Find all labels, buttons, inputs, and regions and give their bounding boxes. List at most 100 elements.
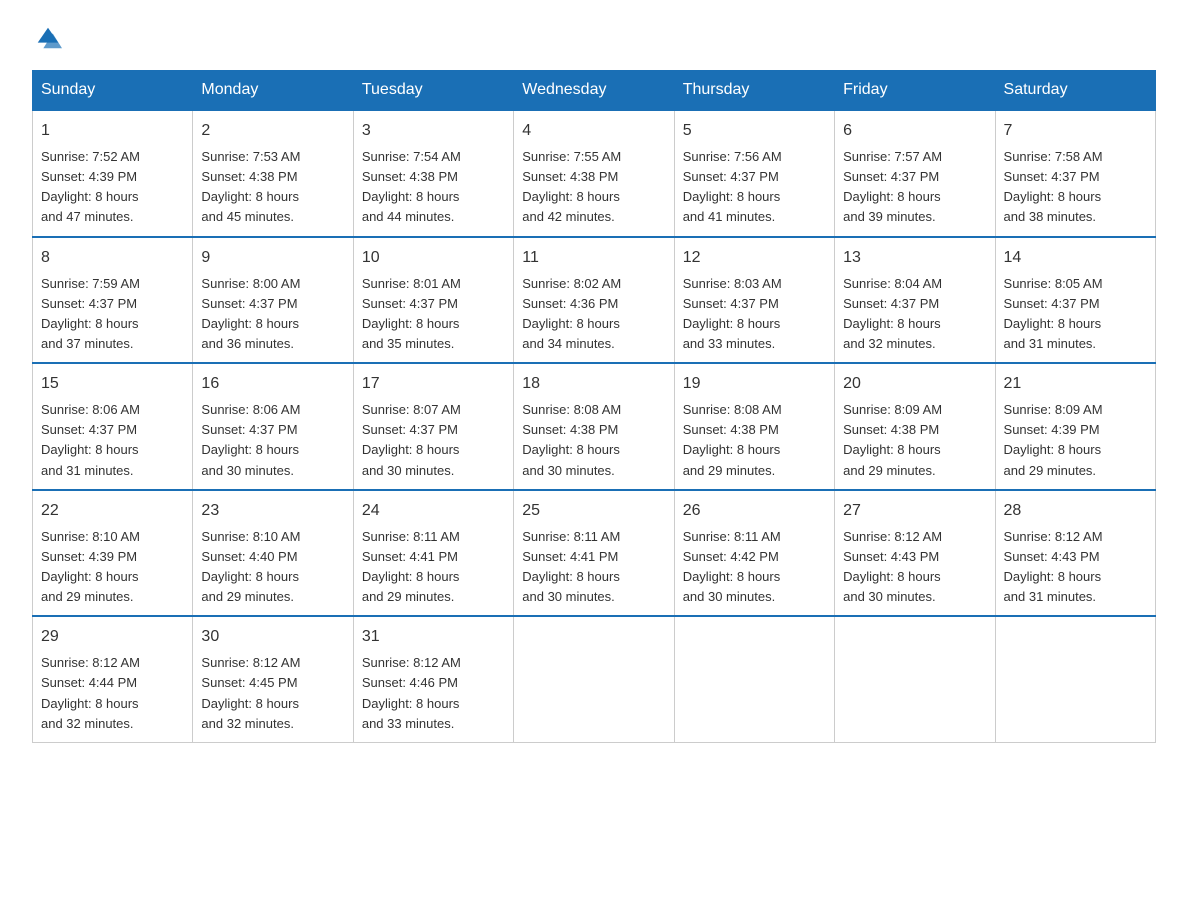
calendar-cell: 29 Sunrise: 8:12 AMSunset: 4:44 PMDaylig… bbox=[33, 616, 193, 742]
day-number: 25 bbox=[522, 499, 665, 523]
day-info: Sunrise: 8:05 AMSunset: 4:37 PMDaylight:… bbox=[1004, 276, 1103, 351]
column-header-friday: Friday bbox=[835, 71, 995, 111]
calendar-cell: 12 Sunrise: 8:03 AMSunset: 4:37 PMDaylig… bbox=[674, 237, 834, 364]
day-number: 15 bbox=[41, 372, 184, 396]
day-number: 23 bbox=[201, 499, 344, 523]
day-info: Sunrise: 8:01 AMSunset: 4:37 PMDaylight:… bbox=[362, 276, 461, 351]
day-number: 24 bbox=[362, 499, 505, 523]
day-number: 20 bbox=[843, 372, 986, 396]
day-number: 16 bbox=[201, 372, 344, 396]
day-info: Sunrise: 8:12 AMSunset: 4:44 PMDaylight:… bbox=[41, 655, 140, 730]
day-number: 11 bbox=[522, 246, 665, 270]
day-number: 8 bbox=[41, 246, 184, 270]
calendar-cell: 9 Sunrise: 8:00 AMSunset: 4:37 PMDayligh… bbox=[193, 237, 353, 364]
day-number: 30 bbox=[201, 625, 344, 649]
day-number: 19 bbox=[683, 372, 826, 396]
day-number: 7 bbox=[1004, 119, 1147, 143]
calendar-cell: 4 Sunrise: 7:55 AMSunset: 4:38 PMDayligh… bbox=[514, 110, 674, 237]
day-info: Sunrise: 8:00 AMSunset: 4:37 PMDaylight:… bbox=[201, 276, 300, 351]
calendar-cell: 11 Sunrise: 8:02 AMSunset: 4:36 PMDaylig… bbox=[514, 237, 674, 364]
day-info: Sunrise: 8:10 AMSunset: 4:39 PMDaylight:… bbox=[41, 529, 140, 604]
calendar-week-row: 1 Sunrise: 7:52 AMSunset: 4:39 PMDayligh… bbox=[33, 110, 1156, 237]
column-header-saturday: Saturday bbox=[995, 71, 1155, 111]
column-header-monday: Monday bbox=[193, 71, 353, 111]
calendar-cell bbox=[995, 616, 1155, 742]
calendar-cell: 23 Sunrise: 8:10 AMSunset: 4:40 PMDaylig… bbox=[193, 490, 353, 617]
calendar-cell: 8 Sunrise: 7:59 AMSunset: 4:37 PMDayligh… bbox=[33, 237, 193, 364]
day-info: Sunrise: 7:57 AMSunset: 4:37 PMDaylight:… bbox=[843, 149, 942, 224]
calendar-cell: 19 Sunrise: 8:08 AMSunset: 4:38 PMDaylig… bbox=[674, 363, 834, 490]
day-number: 29 bbox=[41, 625, 184, 649]
day-info: Sunrise: 7:56 AMSunset: 4:37 PMDaylight:… bbox=[683, 149, 782, 224]
calendar-cell: 17 Sunrise: 8:07 AMSunset: 4:37 PMDaylig… bbox=[353, 363, 513, 490]
calendar-cell: 20 Sunrise: 8:09 AMSunset: 4:38 PMDaylig… bbox=[835, 363, 995, 490]
day-info: Sunrise: 7:52 AMSunset: 4:39 PMDaylight:… bbox=[41, 149, 140, 224]
calendar-cell: 28 Sunrise: 8:12 AMSunset: 4:43 PMDaylig… bbox=[995, 490, 1155, 617]
day-info: Sunrise: 8:06 AMSunset: 4:37 PMDaylight:… bbox=[201, 402, 300, 477]
day-info: Sunrise: 8:08 AMSunset: 4:38 PMDaylight:… bbox=[522, 402, 621, 477]
calendar-week-row: 22 Sunrise: 8:10 AMSunset: 4:39 PMDaylig… bbox=[33, 490, 1156, 617]
day-info: Sunrise: 8:11 AMSunset: 4:42 PMDaylight:… bbox=[683, 529, 781, 604]
calendar-cell: 7 Sunrise: 7:58 AMSunset: 4:37 PMDayligh… bbox=[995, 110, 1155, 237]
day-number: 22 bbox=[41, 499, 184, 523]
day-number: 13 bbox=[843, 246, 986, 270]
day-info: Sunrise: 8:06 AMSunset: 4:37 PMDaylight:… bbox=[41, 402, 140, 477]
calendar-cell: 13 Sunrise: 8:04 AMSunset: 4:37 PMDaylig… bbox=[835, 237, 995, 364]
day-number: 10 bbox=[362, 246, 505, 270]
day-number: 26 bbox=[683, 499, 826, 523]
calendar-cell: 24 Sunrise: 8:11 AMSunset: 4:41 PMDaylig… bbox=[353, 490, 513, 617]
calendar-cell: 25 Sunrise: 8:11 AMSunset: 4:41 PMDaylig… bbox=[514, 490, 674, 617]
day-info: Sunrise: 8:12 AMSunset: 4:46 PMDaylight:… bbox=[362, 655, 461, 730]
column-header-sunday: Sunday bbox=[33, 71, 193, 111]
day-number: 14 bbox=[1004, 246, 1147, 270]
day-info: Sunrise: 8:12 AMSunset: 4:45 PMDaylight:… bbox=[201, 655, 300, 730]
calendar-week-row: 29 Sunrise: 8:12 AMSunset: 4:44 PMDaylig… bbox=[33, 616, 1156, 742]
logo bbox=[32, 24, 62, 52]
day-number: 3 bbox=[362, 119, 505, 143]
calendar-cell bbox=[514, 616, 674, 742]
day-info: Sunrise: 8:03 AMSunset: 4:37 PMDaylight:… bbox=[683, 276, 782, 351]
day-info: Sunrise: 8:10 AMSunset: 4:40 PMDaylight:… bbox=[201, 529, 300, 604]
day-info: Sunrise: 7:54 AMSunset: 4:38 PMDaylight:… bbox=[362, 149, 461, 224]
calendar-cell: 21 Sunrise: 8:09 AMSunset: 4:39 PMDaylig… bbox=[995, 363, 1155, 490]
day-info: Sunrise: 8:11 AMSunset: 4:41 PMDaylight:… bbox=[362, 529, 460, 604]
day-number: 17 bbox=[362, 372, 505, 396]
calendar-cell: 15 Sunrise: 8:06 AMSunset: 4:37 PMDaylig… bbox=[33, 363, 193, 490]
day-number: 12 bbox=[683, 246, 826, 270]
day-number: 4 bbox=[522, 119, 665, 143]
calendar-cell: 22 Sunrise: 8:10 AMSunset: 4:39 PMDaylig… bbox=[33, 490, 193, 617]
column-header-thursday: Thursday bbox=[674, 71, 834, 111]
day-info: Sunrise: 8:08 AMSunset: 4:38 PMDaylight:… bbox=[683, 402, 782, 477]
calendar-table: SundayMondayTuesdayWednesdayThursdayFrid… bbox=[32, 70, 1156, 743]
day-info: Sunrise: 8:04 AMSunset: 4:37 PMDaylight:… bbox=[843, 276, 942, 351]
calendar-cell: 26 Sunrise: 8:11 AMSunset: 4:42 PMDaylig… bbox=[674, 490, 834, 617]
day-info: Sunrise: 8:12 AMSunset: 4:43 PMDaylight:… bbox=[843, 529, 942, 604]
day-number: 28 bbox=[1004, 499, 1147, 523]
calendar-cell: 16 Sunrise: 8:06 AMSunset: 4:37 PMDaylig… bbox=[193, 363, 353, 490]
calendar-cell: 2 Sunrise: 7:53 AMSunset: 4:38 PMDayligh… bbox=[193, 110, 353, 237]
day-info: Sunrise: 8:02 AMSunset: 4:36 PMDaylight:… bbox=[522, 276, 621, 351]
logo-icon bbox=[34, 24, 62, 52]
calendar-cell: 1 Sunrise: 7:52 AMSunset: 4:39 PMDayligh… bbox=[33, 110, 193, 237]
day-info: Sunrise: 7:55 AMSunset: 4:38 PMDaylight:… bbox=[522, 149, 621, 224]
day-info: Sunrise: 7:59 AMSunset: 4:37 PMDaylight:… bbox=[41, 276, 140, 351]
day-info: Sunrise: 8:11 AMSunset: 4:41 PMDaylight:… bbox=[522, 529, 620, 604]
calendar-cell: 30 Sunrise: 8:12 AMSunset: 4:45 PMDaylig… bbox=[193, 616, 353, 742]
page-header bbox=[32, 24, 1156, 52]
calendar-cell: 3 Sunrise: 7:54 AMSunset: 4:38 PMDayligh… bbox=[353, 110, 513, 237]
day-number: 2 bbox=[201, 119, 344, 143]
day-number: 27 bbox=[843, 499, 986, 523]
day-number: 6 bbox=[843, 119, 986, 143]
calendar-cell: 27 Sunrise: 8:12 AMSunset: 4:43 PMDaylig… bbox=[835, 490, 995, 617]
calendar-week-row: 8 Sunrise: 7:59 AMSunset: 4:37 PMDayligh… bbox=[33, 237, 1156, 364]
day-number: 21 bbox=[1004, 372, 1147, 396]
day-info: Sunrise: 7:53 AMSunset: 4:38 PMDaylight:… bbox=[201, 149, 300, 224]
calendar-cell: 6 Sunrise: 7:57 AMSunset: 4:37 PMDayligh… bbox=[835, 110, 995, 237]
column-header-tuesday: Tuesday bbox=[353, 71, 513, 111]
day-info: Sunrise: 7:58 AMSunset: 4:37 PMDaylight:… bbox=[1004, 149, 1103, 224]
day-number: 5 bbox=[683, 119, 826, 143]
day-number: 1 bbox=[41, 119, 184, 143]
calendar-cell bbox=[674, 616, 834, 742]
column-header-wednesday: Wednesday bbox=[514, 71, 674, 111]
calendar-cell: 10 Sunrise: 8:01 AMSunset: 4:37 PMDaylig… bbox=[353, 237, 513, 364]
